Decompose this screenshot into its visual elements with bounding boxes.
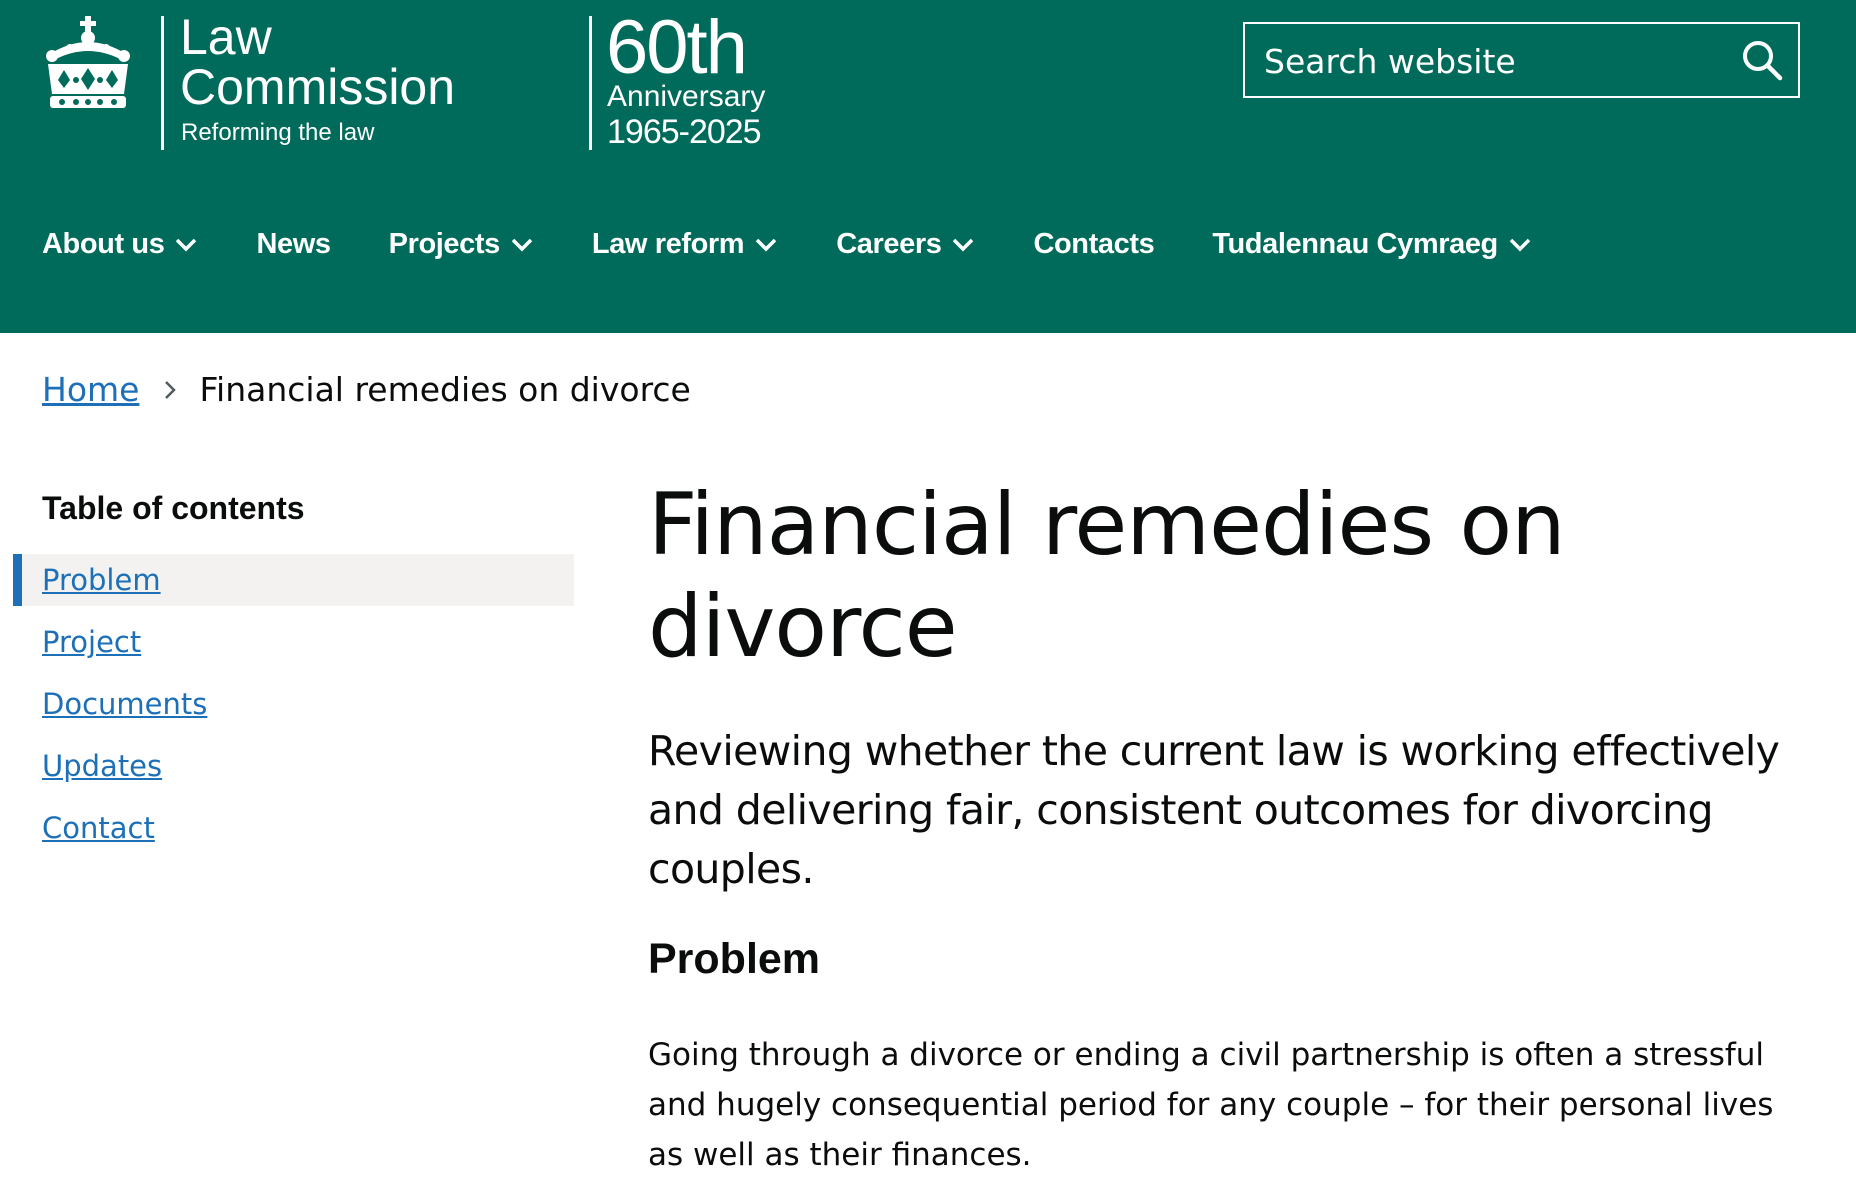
nav-item-news[interactable]: News [256,228,331,261]
search-input[interactable] [1245,24,1736,98]
section-heading-problem: Problem [648,935,821,983]
toc-item-problem[interactable]: Problem [13,554,574,606]
chevron-down-icon [953,238,974,251]
breadcrumb-current: Financial remedies on divorce [199,370,691,409]
nav-item-label: Contacts [1033,228,1155,260]
toc-item-contact[interactable]: Contact [13,802,574,854]
nav-item-label: Law reform [591,228,745,260]
chevron-down-icon [755,238,777,251]
toc-list: Problem Project Documents Updates Contac… [13,554,574,864]
toc-heading: Table of contents [42,490,305,526]
search-box [1243,22,1800,98]
anniversary-label: Anniversary [607,80,766,113]
logo-tagline: Reforming the law [181,119,375,146]
toc-item-updates[interactable]: Updates [13,740,574,792]
nav-item-about-us[interactable]: About us [42,228,198,261]
main-nav: About us News Projects Law reform Career… [42,228,1590,261]
toc-item-documents[interactable]: Documents [13,678,574,730]
site-header: Law Commission Reforming the law 60th An… [0,0,1856,333]
nav-item-label: News [256,228,331,260]
toc-item-project[interactable]: Project [13,616,574,668]
page-lede: Reviewing whether the current law is wor… [648,727,1780,893]
chevron-down-icon [511,238,533,251]
anniversary-years: 1965-2025 [607,113,762,151]
nav-item-careers[interactable]: Careers [836,228,975,261]
nav-item-tudalennau-cymraeg[interactable]: Tudalennau Cymraeg [1212,228,1532,261]
logo-divider [161,16,164,150]
section-body-text: Going through a divorce or ending a civi… [648,1037,1774,1173]
logo-title-line2: Commission [180,59,456,115]
site-logo-text[interactable]: Law Commission [180,12,455,112]
page-title: Financial remedies on divorce [648,475,1566,677]
search-icon[interactable] [1740,38,1784,82]
nav-item-label: About us [42,228,165,260]
chevron-down-icon [1509,238,1531,251]
anniversary-number: 60th [606,5,748,90]
nav-item-label: Careers [836,228,942,260]
chevron-down-icon [176,238,197,251]
breadcrumb: Home Financial remedies on divorce [42,370,691,409]
nav-item-label: Tudalennau Cymraeg [1212,228,1498,260]
anniversary-divider [589,16,592,150]
chevron-right-icon [165,380,177,399]
nav-item-label: Projects [388,228,501,260]
logo-title-line1: Law [180,9,272,65]
royal-crown-icon [46,16,130,108]
breadcrumb-home-link[interactable]: Home [42,370,139,409]
nav-item-projects[interactable]: Projects [389,228,534,261]
nav-item-law-reform[interactable]: Law reform [592,228,778,261]
nav-item-contacts[interactable]: Contacts [1033,228,1154,261]
